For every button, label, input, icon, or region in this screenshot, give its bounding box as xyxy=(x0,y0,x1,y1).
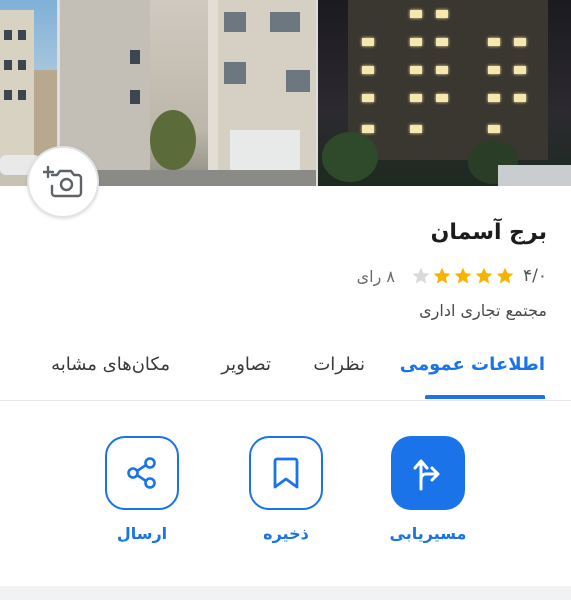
active-tab-indicator xyxy=(425,395,545,399)
star-filled-icon xyxy=(454,267,472,284)
rating-count: ۸ رای xyxy=(356,266,395,286)
rating-summary[interactable]: ۴/۰ ۸ رای xyxy=(357,264,547,288)
place-category: مجتمع تجاری اداری xyxy=(419,301,547,320)
route-label: مسیریابی xyxy=(389,524,467,543)
rating-value: ۴/۰ xyxy=(523,266,547,286)
route-turn-icon xyxy=(413,459,440,491)
place-photo-3[interactable] xyxy=(318,0,571,186)
star-filled-icon xyxy=(496,267,514,284)
place-title: برج آسمان xyxy=(430,220,547,245)
add-photo-button[interactable] xyxy=(27,146,99,218)
star-empty-icon xyxy=(412,267,430,284)
star-filled-icon xyxy=(475,267,493,284)
tab-photos[interactable]: تصاویر xyxy=(221,354,271,375)
star-filled-icon xyxy=(433,267,451,284)
share-icon xyxy=(127,457,156,489)
rating-stars xyxy=(411,266,515,286)
tab-reviews[interactable]: نظرات xyxy=(313,354,365,375)
section-divider xyxy=(0,586,571,600)
save-label: ذخیره xyxy=(263,524,309,543)
save-button[interactable]: ذخیره xyxy=(236,436,336,543)
place-photo-2[interactable] xyxy=(60,0,316,186)
tab-similar-places[interactable]: مکان‌های مشابه xyxy=(51,354,170,375)
place-tabs: اطلاعات عمومی نظرات تصاویر مکان‌های مشاب… xyxy=(0,340,571,401)
share-label: ارسال xyxy=(116,524,168,543)
route-button[interactable]: مسیریابی xyxy=(378,436,478,543)
share-button[interactable]: ارسال xyxy=(92,436,192,543)
tab-general-info[interactable]: اطلاعات عمومی xyxy=(400,354,545,375)
camera-add-icon xyxy=(43,165,83,198)
bookmark-icon xyxy=(273,457,299,489)
